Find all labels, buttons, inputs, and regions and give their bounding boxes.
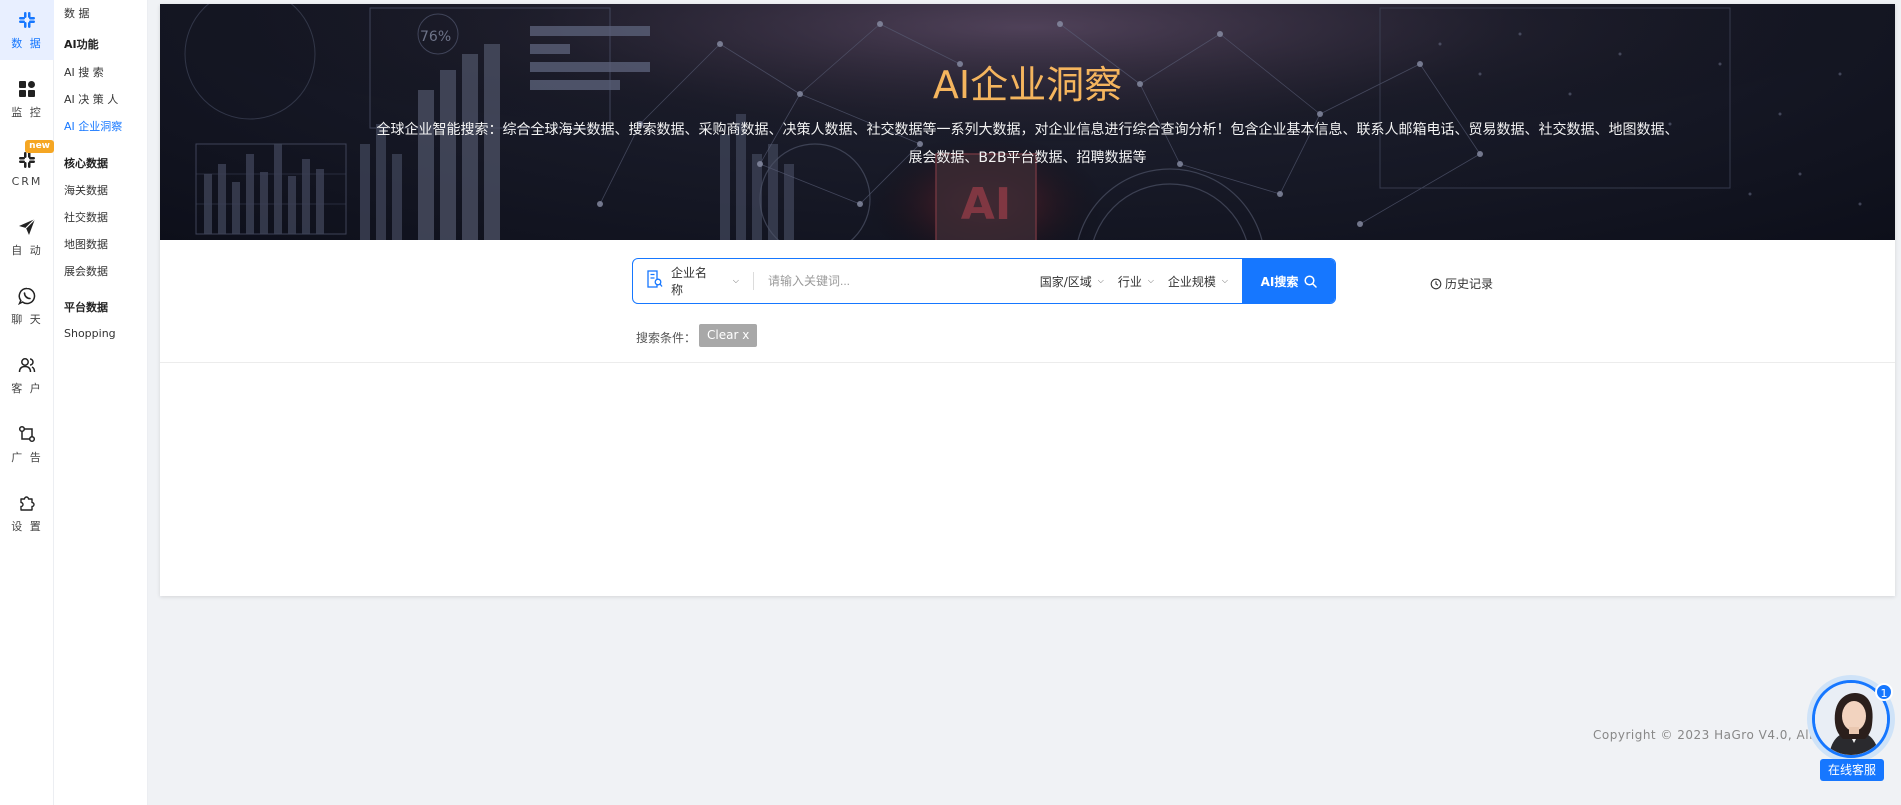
submenu-item-map[interactable]: 地图数据 bbox=[64, 236, 108, 252]
grid-hash-icon bbox=[16, 9, 38, 31]
search-icon bbox=[1304, 274, 1318, 288]
online-service-widget[interactable]: 1 在线客服 bbox=[1807, 675, 1897, 785]
submenu-item-ai-enterprise-insight[interactable]: AI 企业洞察 bbox=[64, 118, 122, 134]
rail-item-label: 客 户 bbox=[11, 382, 43, 395]
paper-plane-icon bbox=[16, 216, 38, 238]
rail-item-customers[interactable]: 客 户 bbox=[0, 345, 54, 405]
filter-label: 行业 bbox=[1117, 274, 1142, 289]
decor-percent: 76% bbox=[420, 29, 451, 45]
ai-search-label: AI搜索 bbox=[1260, 274, 1299, 289]
filter-label: 企业规模 bbox=[1167, 274, 1216, 289]
rail-item-label: 设 置 bbox=[11, 520, 43, 533]
submenu-item-exhibition[interactable]: 展会数据 bbox=[64, 263, 108, 279]
search-bar: 企业名称 ⌵ 国家/区域 ⌵ 行业 ⌵ 企业规模 ⌵ AI搜索 bbox=[632, 258, 1336, 304]
rail-item-label: 聊 天 bbox=[11, 313, 43, 326]
decor-ai-chip: AI bbox=[961, 179, 1011, 230]
rail-item-label: CRM bbox=[11, 174, 43, 188]
main-card: 76% AI AI企业洞察 全球企业智能搜索：综合全球海关数据、搜索数据、采购商… bbox=[160, 4, 1895, 596]
rail-item-crm[interactable]: new CRM bbox=[0, 138, 54, 198]
whatsapp-icon bbox=[16, 285, 38, 307]
rail-item-label: 监 控 bbox=[11, 106, 43, 119]
rail-item-data[interactable]: 数 据 bbox=[0, 0, 54, 60]
chevron-down-icon: ⌵ bbox=[732, 276, 739, 285]
submenu-item-social[interactable]: 社交数据 bbox=[64, 209, 108, 225]
rail-item-automation[interactable]: 自 动 bbox=[0, 207, 54, 267]
flow-icon bbox=[16, 423, 38, 445]
submenu-item-data[interactable]: 数 据 bbox=[64, 5, 90, 21]
divider bbox=[160, 362, 1895, 363]
search-input[interactable] bbox=[754, 259, 1040, 303]
page-title: AI企业洞察 bbox=[932, 63, 1123, 107]
submenu-item-ai-search[interactable]: AI 搜 索 bbox=[64, 64, 104, 80]
rail-item-label: 广 告 bbox=[11, 451, 43, 464]
submenu-item-ai-decision-maker[interactable]: AI 决 策 人 bbox=[64, 91, 118, 107]
rail-item-label: 数 据 bbox=[11, 37, 43, 50]
history-link[interactable]: 历史记录 bbox=[1430, 275, 1493, 292]
search-type-selector[interactable]: 企业名称 ⌵ bbox=[633, 259, 753, 303]
rail-item-monitor[interactable]: 监 控 bbox=[0, 69, 54, 129]
hero-description-line: 全球企业智能搜索：综合全球海关数据、搜索数据、采购商数据、决策人数据、社交数据等… bbox=[376, 122, 1679, 138]
app-root: 数 据 监 控 new CRM 自 动 聊 天 客 户 广 告 设 置 数 据 … bbox=[0, 0, 1901, 805]
rail-item-ads[interactable]: 广 告 bbox=[0, 414, 54, 474]
users-icon bbox=[16, 354, 38, 376]
copyright-text: Copyright © 2023 HaGro V4.0, All ri bbox=[1593, 728, 1827, 742]
search-conditions-label: 搜索条件： bbox=[636, 331, 697, 345]
rail-item-settings[interactable]: 设 置 bbox=[0, 483, 54, 543]
chevron-down-icon: ⌵ bbox=[1147, 276, 1154, 285]
filter-company-size[interactable]: 企业规模 ⌵ bbox=[1168, 273, 1228, 290]
notification-badge: 1 bbox=[1875, 683, 1893, 701]
submenu-item-customs[interactable]: 海关数据 bbox=[64, 182, 108, 198]
puzzle-icon bbox=[16, 492, 38, 514]
submenu-item-shopping[interactable]: Shopping bbox=[64, 327, 116, 340]
hero-description-line: 展会数据、B2B平台数据、招聘数据等 bbox=[908, 150, 1147, 166]
submenu-group-platform: 平台数据 bbox=[64, 301, 108, 314]
clear-conditions-button[interactable]: Clear x bbox=[699, 324, 758, 347]
secondary-menu: 数 据 AI功能 AI 搜 索 AI 决 策 人 AI 企业洞察 核心数据 海关… bbox=[54, 0, 148, 805]
dashboard-icon bbox=[16, 78, 38, 100]
building-search-icon bbox=[647, 270, 663, 292]
history-label: 历史记录 bbox=[1445, 277, 1494, 291]
new-badge: new bbox=[25, 140, 54, 153]
submenu-group-ai: AI功能 bbox=[64, 38, 99, 51]
hero-banner: 76% AI AI企业洞察 全球企业智能搜索：综合全球海关数据、搜索数据、采购商… bbox=[160, 4, 1895, 240]
hero-description: 全球企业智能搜索：综合全球海关数据、搜索数据、采购商数据、决策人数据、社交数据等… bbox=[330, 116, 1725, 172]
ai-search-button[interactable]: AI搜索 bbox=[1242, 259, 1335, 303]
filter-industry[interactable]: 行业 ⌵ bbox=[1118, 273, 1154, 290]
filter-label: 国家/区域 bbox=[1039, 274, 1092, 289]
rail-item-label: 自 动 bbox=[11, 244, 43, 257]
rail-item-chat[interactable]: 聊 天 bbox=[0, 276, 54, 336]
online-service-label: 在线客服 bbox=[1820, 759, 1884, 781]
clock-icon bbox=[1430, 278, 1442, 290]
chevron-down-icon: ⌵ bbox=[1221, 276, 1228, 285]
search-type-label: 企业名称 bbox=[671, 266, 708, 297]
icon-rail: 数 据 监 控 new CRM 自 动 聊 天 客 户 广 告 设 置 bbox=[0, 0, 54, 805]
chevron-down-icon: ⌵ bbox=[1097, 276, 1104, 285]
submenu-group-core: 核心数据 bbox=[64, 157, 108, 170]
filter-country[interactable]: 国家/区域 ⌵ bbox=[1040, 273, 1104, 290]
